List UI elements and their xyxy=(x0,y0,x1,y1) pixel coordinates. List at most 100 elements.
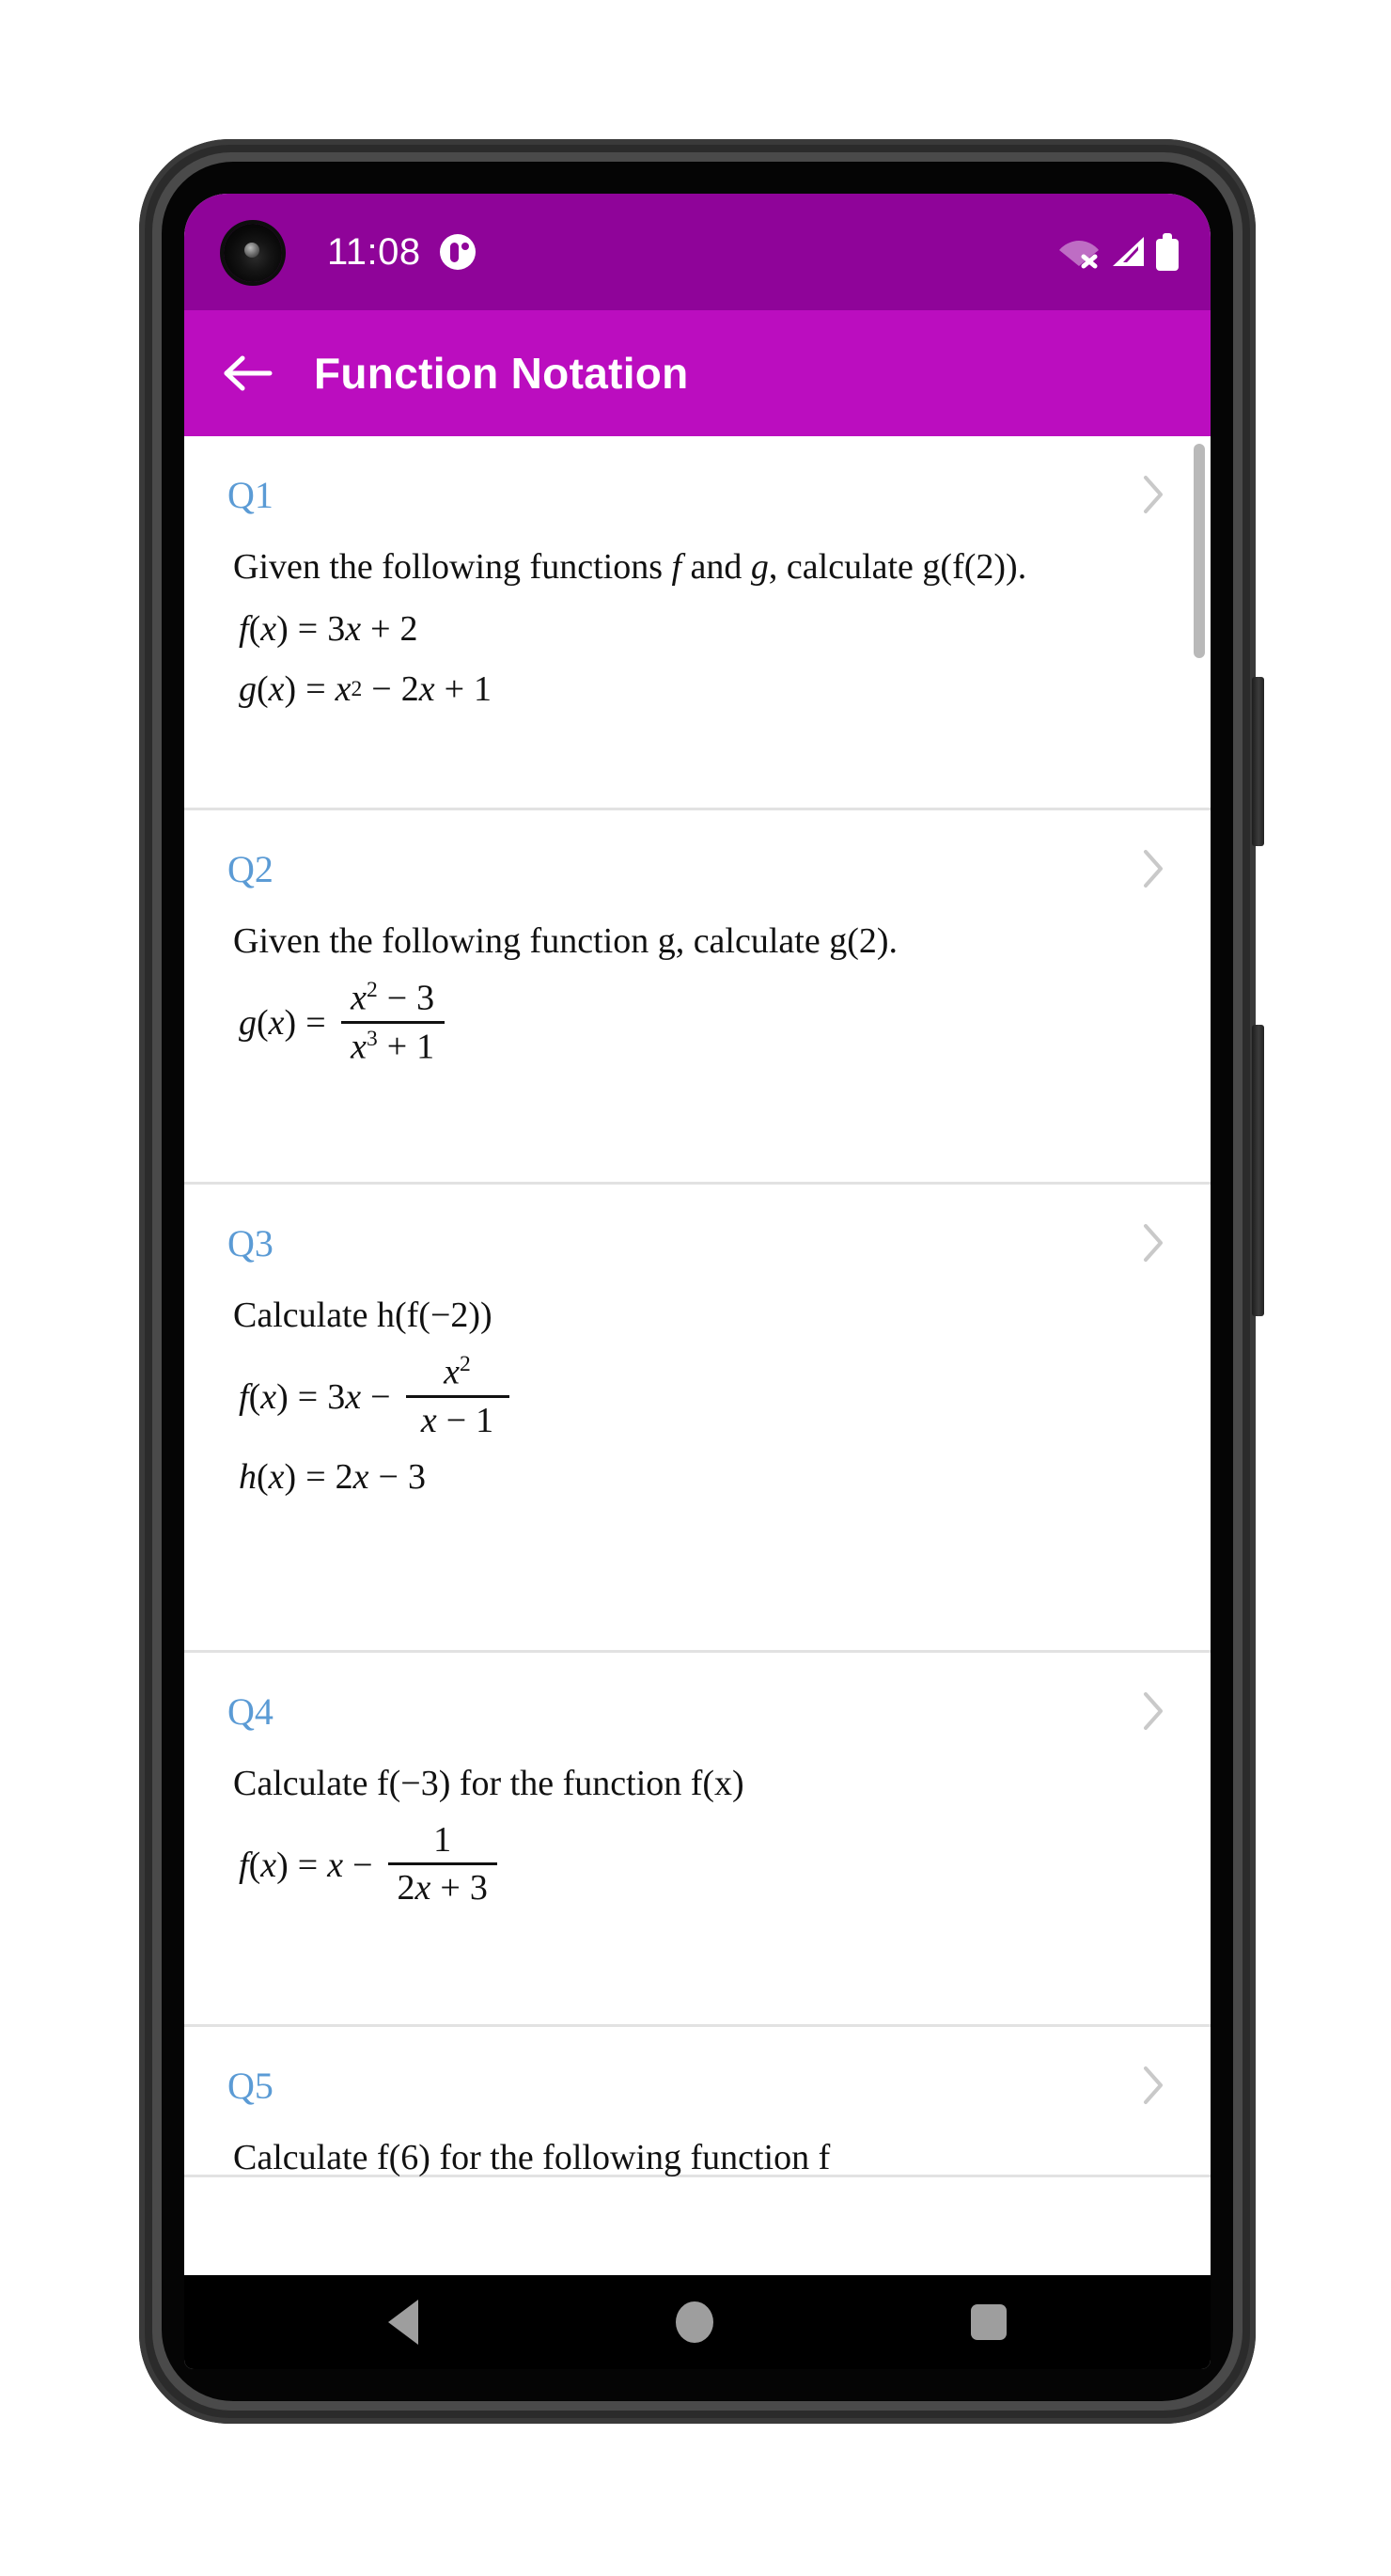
minus-sign: − xyxy=(371,669,392,710)
paren-close: ) xyxy=(276,1845,289,1885)
fn-name: f xyxy=(239,609,249,650)
numerator: 1 xyxy=(424,1820,461,1862)
prompt-seg: , calculate g(f(2)). xyxy=(768,547,1027,587)
const: 1 xyxy=(433,1820,452,1861)
question-header[interactable]: Q3 xyxy=(227,1207,1167,1279)
var: x xyxy=(351,1027,367,1067)
const: 3 xyxy=(469,1868,488,1908)
paren-open: ( xyxy=(248,609,261,650)
var: x xyxy=(351,978,367,1018)
coef: 2 xyxy=(400,669,419,710)
question-prompt: Calculate f(6) for the following functio… xyxy=(233,2134,1167,2182)
prompt-text: Calculate f(−3) for the function f(x) xyxy=(233,1764,744,1803)
equals-sign: = xyxy=(297,609,319,650)
minus-sign: − xyxy=(370,1376,391,1417)
list-item[interactable]: Q5 Calculate f(6) for the following func… xyxy=(184,2027,1211,2177)
paren-open: ( xyxy=(257,1003,269,1044)
var: x xyxy=(444,1352,461,1392)
list-item[interactable]: Q1 Given the following functions f and g… xyxy=(184,436,1211,810)
denominator: 2x +3 xyxy=(388,1865,497,1908)
equation-q1-f: f(x) = 3x + 2 xyxy=(239,605,1167,653)
question-body: Given the following function g, calculat… xyxy=(227,904,1167,1067)
equals-sign: = xyxy=(305,669,326,710)
chevron-right-icon[interactable] xyxy=(1139,1221,1167,1264)
fn-arg: x xyxy=(268,1456,285,1497)
denominator: x −1 xyxy=(412,1398,503,1441)
nav-home-icon[interactable] xyxy=(676,2301,713,2343)
fraction: x2−3 x3 +1 xyxy=(340,978,445,1067)
var: x xyxy=(345,609,362,650)
question-header[interactable]: Q1 xyxy=(227,459,1167,530)
prompt-seg: Given the following functions xyxy=(233,547,672,587)
fn-arg: x xyxy=(268,1003,285,1044)
equation-q1-g: g(x) = x2 − 2x + 1 xyxy=(239,665,1167,714)
list-item[interactable]: Q2 Given the following function g, calcu… xyxy=(184,810,1211,1185)
prompt-seg: and xyxy=(681,547,751,587)
coef: 3 xyxy=(327,1376,346,1417)
fn-name: h xyxy=(239,1456,257,1497)
equals-sign: = xyxy=(305,1456,326,1497)
const: 1 xyxy=(476,1400,494,1440)
notification-dot-icon xyxy=(439,234,476,270)
chevron-right-icon[interactable] xyxy=(1139,1689,1167,1733)
var: x xyxy=(414,1868,431,1908)
phone-screen: 11:08 Function Notation Q1 Given the fol… xyxy=(184,194,1211,2369)
plus-sign: + xyxy=(440,1868,461,1908)
plus-sign: + xyxy=(386,1027,408,1067)
const: 3 xyxy=(416,978,435,1018)
status-bar-right xyxy=(1058,233,1179,271)
question-label: Q4 xyxy=(227,1689,274,1733)
equation-q4-f: f(x) = x − 1 2x +3 xyxy=(239,1820,1167,1908)
question-header[interactable]: Q5 xyxy=(227,2050,1167,2121)
chevron-right-icon[interactable] xyxy=(1139,847,1167,890)
question-header[interactable]: Q4 xyxy=(227,1675,1167,1747)
question-body: Calculate f(6) for the following functio… xyxy=(227,2121,1167,2182)
chevron-right-icon[interactable] xyxy=(1139,2064,1167,2107)
prompt-text: Calculate h(f(−2)) xyxy=(233,1296,492,1335)
scrollbar-thumb[interactable] xyxy=(1194,444,1205,658)
battery-full-icon xyxy=(1156,233,1179,271)
wifi-off-icon xyxy=(1058,235,1100,269)
question-prompt: Calculate h(f(−2)) xyxy=(233,1292,1167,1340)
fraction: 1 2x +3 xyxy=(387,1820,497,1908)
question-label: Q1 xyxy=(227,473,274,516)
numerator: x2 xyxy=(434,1352,480,1394)
volume-button[interactable] xyxy=(1252,1025,1264,1316)
question-label: Q2 xyxy=(227,847,274,890)
plus-sign: + xyxy=(370,609,391,650)
var: x xyxy=(345,1376,362,1417)
question-prompt: Given the following functions f and g, c… xyxy=(233,543,1167,591)
paren-open: ( xyxy=(257,669,269,710)
screenshot-root: 11:08 Function Notation Q1 Given the fol… xyxy=(0,0,1391,2576)
question-header[interactable]: Q2 xyxy=(227,833,1167,904)
nav-back-icon[interactable] xyxy=(388,2300,418,2345)
list-item[interactable]: Q3 Calculate h(f(−2)) f(x) = 3x − x2 x −… xyxy=(184,1185,1211,1653)
question-list[interactable]: Q1 Given the following functions f and g… xyxy=(184,436,1211,2275)
const: 3 xyxy=(407,1456,426,1497)
paren-close: ) xyxy=(284,669,297,710)
exponent: 2 xyxy=(351,676,363,701)
question-body: Calculate f(−3) for the function f(x) f(… xyxy=(227,1747,1167,1908)
back-arrow-icon[interactable] xyxy=(218,344,276,402)
var: x xyxy=(352,1456,369,1497)
equals-sign: = xyxy=(305,1003,326,1044)
list-item[interactable]: Q4 Calculate f(−3) for the function f(x)… xyxy=(184,1653,1211,2027)
const: 2 xyxy=(399,609,418,650)
nav-recents-icon[interactable] xyxy=(971,2304,1007,2340)
const: 1 xyxy=(474,669,492,710)
exponent: 3 xyxy=(366,1026,378,1051)
prompt-text: Given the following function g, calculat… xyxy=(233,921,899,961)
var: x xyxy=(327,1845,344,1885)
chevron-right-icon[interactable] xyxy=(1139,473,1167,516)
numerator: x2−3 xyxy=(341,978,444,1020)
status-bar: 11:08 xyxy=(184,194,1211,310)
fn-arg: x xyxy=(260,609,277,650)
power-button[interactable] xyxy=(1252,677,1264,846)
system-navigation-bar xyxy=(184,2275,1211,2369)
prompt-var-f: f xyxy=(671,547,682,587)
paren-open: ( xyxy=(257,1456,269,1497)
equals-sign: = xyxy=(297,1376,319,1417)
prompt-text: Calculate f(6) for the following functio… xyxy=(233,2138,831,2177)
fn-arg: x xyxy=(268,669,285,710)
exponent: 2 xyxy=(366,978,378,1003)
